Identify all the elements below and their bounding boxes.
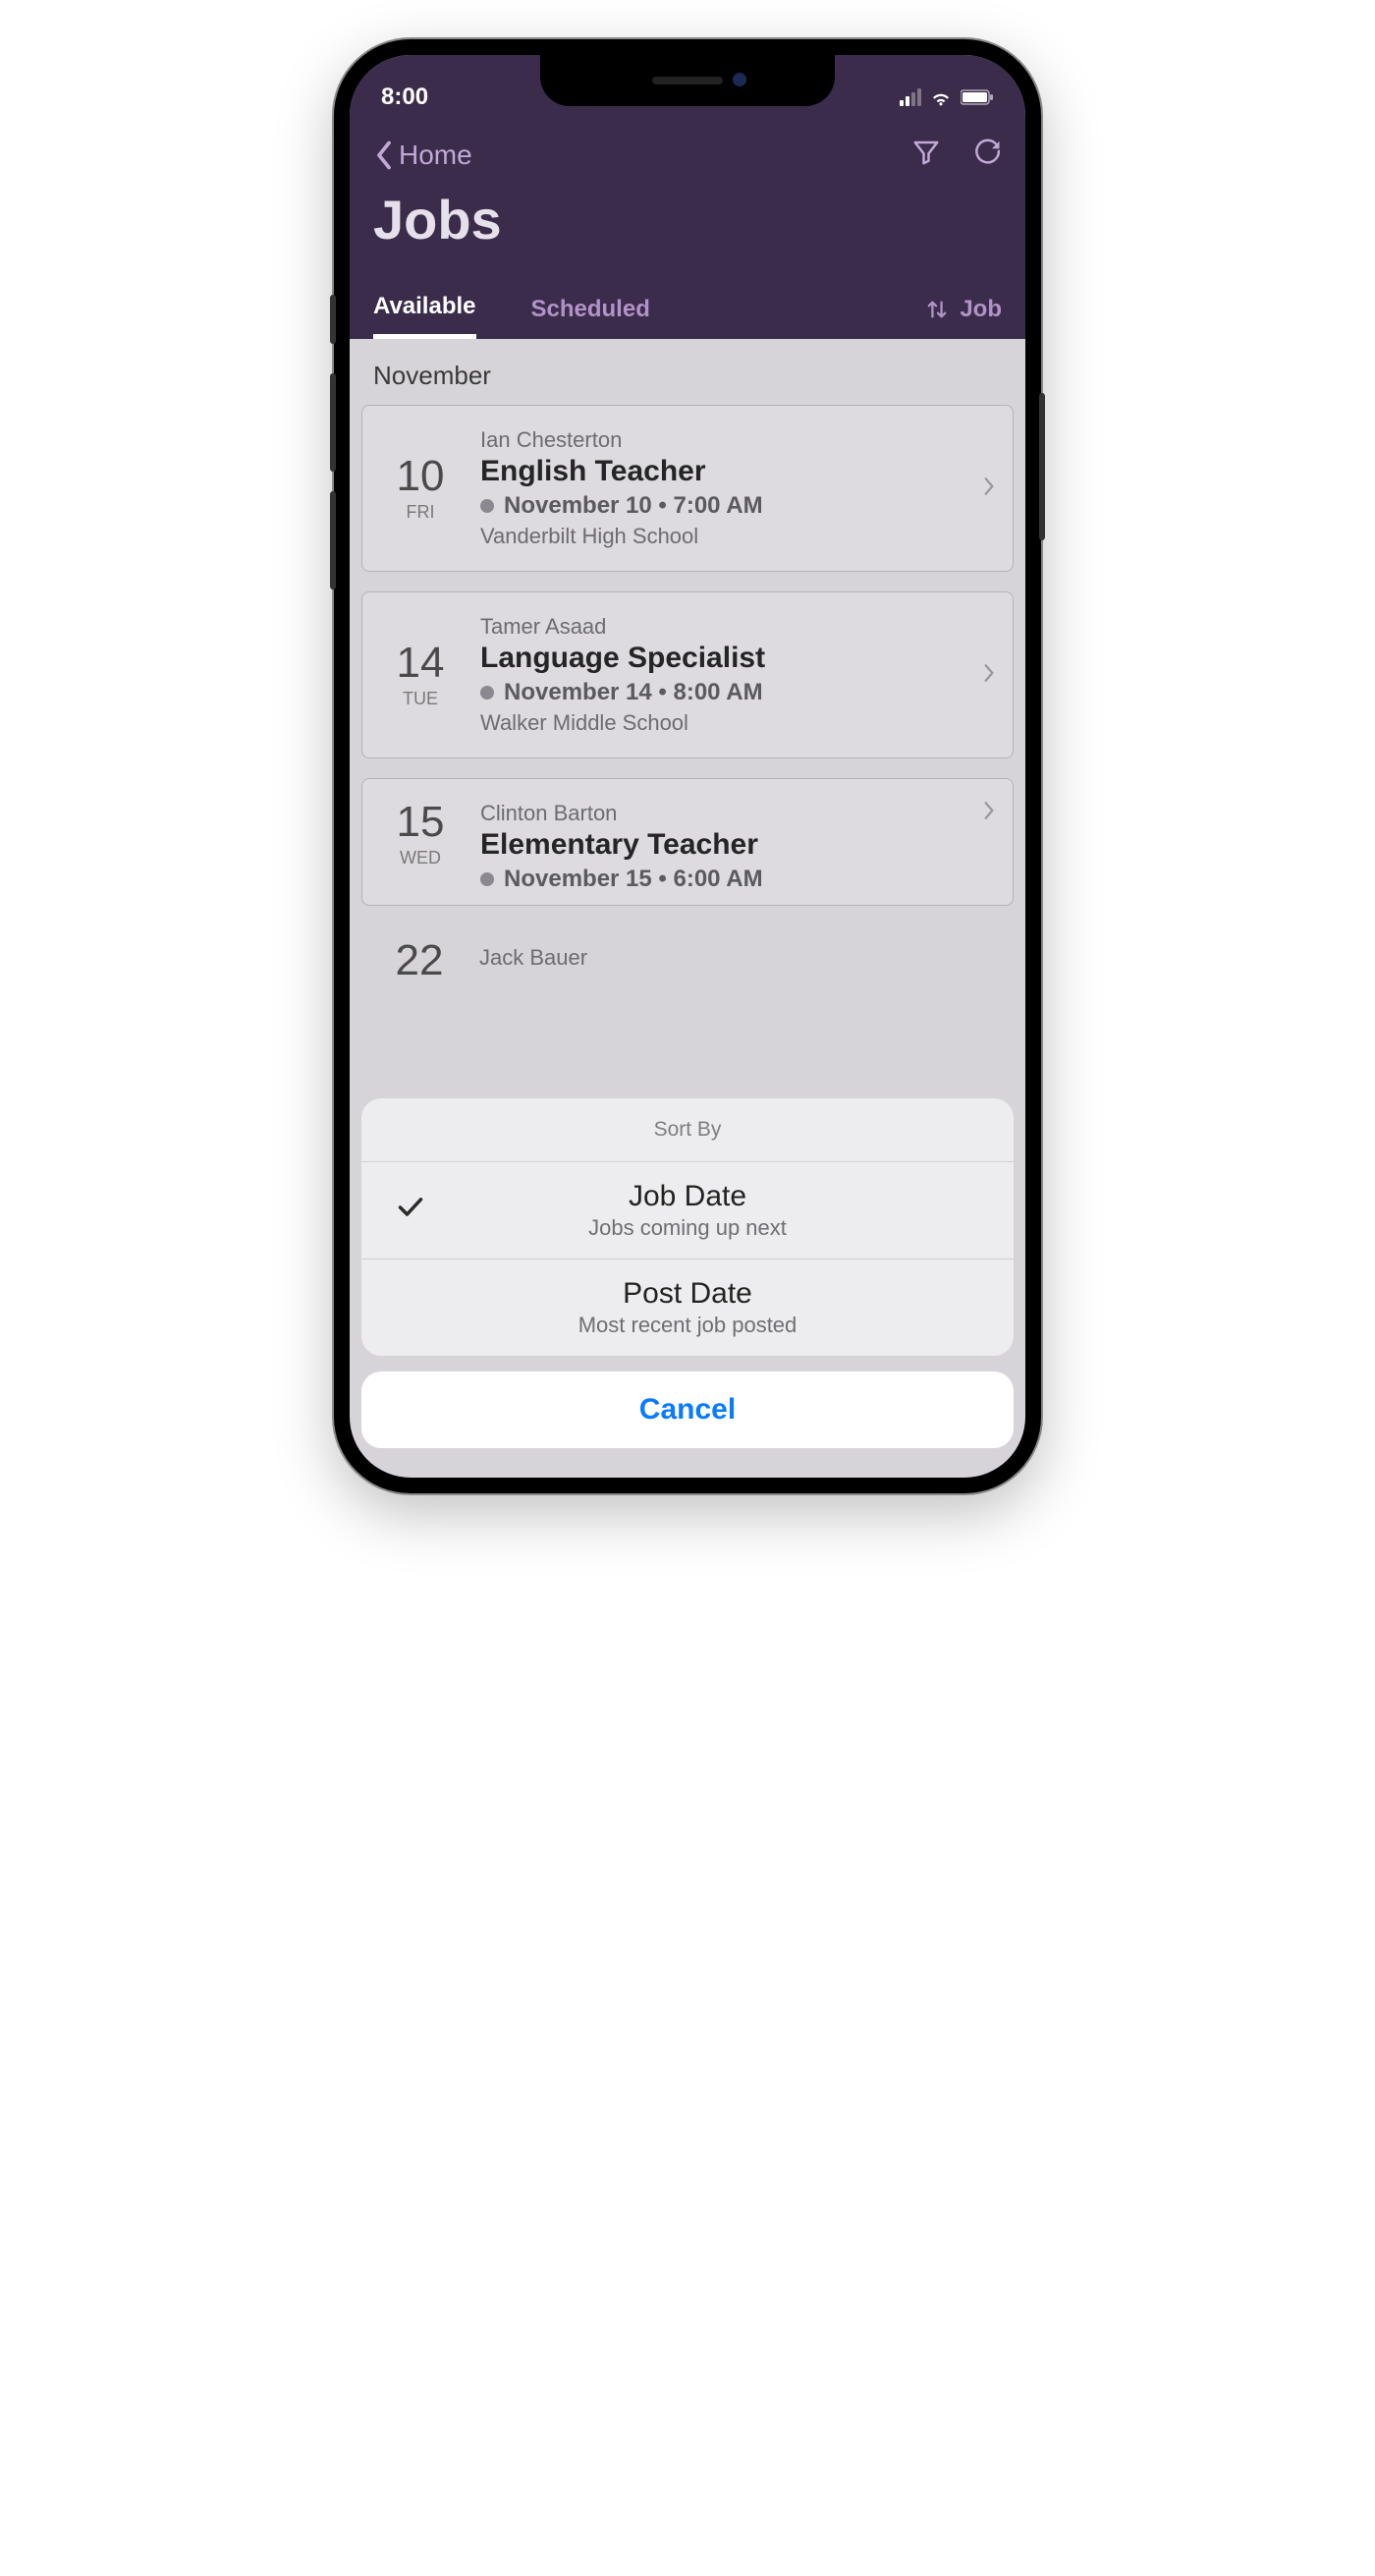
job-card[interactable]: 15 WED Clinton Barton Elementary Teacher…	[361, 778, 1014, 906]
job-card-partial[interactable]: 22 Jack Bauer	[350, 925, 1025, 982]
job-day-of-week: TUE	[380, 689, 461, 709]
job-date: 10 FRI	[380, 455, 461, 523]
job-person: Clinton Barton	[480, 801, 963, 826]
job-when-text: November 14 • 8:00 AM	[504, 679, 763, 706]
status-dot-icon	[480, 499, 494, 513]
chevron-right-icon	[983, 476, 995, 501]
sort-label: Job	[960, 296, 1002, 323]
cancel-button[interactable]: Cancel	[361, 1372, 1014, 1448]
job-day-number: 10	[380, 455, 461, 498]
job-day-of-week: WED	[380, 848, 461, 868]
back-label: Home	[399, 140, 472, 171]
sheet-option-subtitle: Most recent job posted	[401, 1313, 974, 1338]
page-title: Jobs	[350, 180, 1025, 279]
tab-bar: Available Scheduled Job	[350, 279, 1025, 339]
sort-icon	[926, 299, 948, 320]
job-role: Language Specialist	[480, 642, 963, 675]
status-right	[900, 87, 994, 107]
volume-down-button	[330, 491, 336, 589]
job-when: November 15 • 6:00 AM	[480, 866, 963, 893]
job-date: 14 TUE	[380, 642, 461, 709]
status-dot-icon	[480, 872, 494, 886]
job-date: 15 WED	[380, 801, 461, 905]
chevron-right-icon	[983, 801, 995, 905]
signal-icon	[900, 88, 921, 106]
volume-up-button	[330, 373, 336, 472]
job-when: November 10 • 7:00 AM	[480, 492, 963, 520]
screen: 8:00 Home	[350, 55, 1025, 1478]
speaker	[652, 77, 723, 84]
job-location: Walker Middle School	[480, 710, 963, 736]
job-person: Tamer Asaad	[480, 614, 963, 640]
sort-sheet: Sort By Job Date Jobs coming up next Pos…	[361, 1098, 1014, 1356]
job-role: Elementary Teacher	[480, 828, 963, 862]
job-when-text: November 15 • 6:00 AM	[504, 866, 763, 893]
filter-icon	[911, 138, 941, 167]
job-person: Jack Bauer	[479, 939, 587, 971]
battery-icon	[961, 89, 994, 105]
job-location: Vanderbilt High School	[480, 524, 963, 549]
filter-button[interactable]	[911, 138, 941, 172]
status-time: 8:00	[381, 84, 428, 111]
nav-bar: Home	[350, 122, 1025, 180]
job-role: English Teacher	[480, 455, 963, 488]
sheet-option-title: Post Date	[401, 1277, 974, 1311]
back-button[interactable]: Home	[373, 140, 472, 171]
sheet-option-subtitle: Jobs coming up next	[401, 1215, 974, 1241]
tab-available[interactable]: Available	[373, 279, 476, 339]
job-list: November 10 FRI Ian Chesterton English T…	[350, 339, 1025, 982]
action-sheet: Sort By Job Date Jobs coming up next Pos…	[350, 1098, 1025, 1478]
sort-option-job-date[interactable]: Job Date Jobs coming up next	[361, 1162, 1014, 1260]
job-when-text: November 10 • 7:00 AM	[504, 492, 763, 520]
job-day-of-week: FRI	[380, 502, 461, 523]
sort-button[interactable]: Job	[926, 282, 1002, 337]
phone-frame: 8:00 Home	[334, 39, 1041, 1493]
job-card[interactable]: 14 TUE Tamer Asaad Language Specialist N…	[361, 591, 1014, 758]
job-day-number: 14	[380, 642, 461, 685]
job-card[interactable]: 10 FRI Ian Chesterton English Teacher No…	[361, 405, 1014, 572]
month-header: November	[350, 339, 1025, 405]
job-day-number: 22	[379, 939, 460, 982]
chevron-right-icon	[983, 663, 995, 688]
checkmark-icon	[397, 1194, 424, 1227]
side-button	[330, 295, 336, 344]
power-button	[1039, 393, 1045, 540]
job-day-number: 15	[380, 801, 461, 844]
wifi-icon	[929, 87, 953, 107]
job-person: Ian Chesterton	[480, 427, 963, 453]
sort-option-post-date[interactable]: Post Date Most recent job posted	[361, 1260, 1014, 1356]
status-dot-icon	[480, 686, 494, 700]
job-when: November 14 • 8:00 AM	[480, 679, 963, 706]
tab-scheduled[interactable]: Scheduled	[531, 282, 650, 337]
chevron-left-icon	[373, 140, 395, 170]
refresh-button[interactable]	[972, 138, 1002, 172]
sheet-option-title: Job Date	[401, 1180, 974, 1213]
sheet-title: Sort By	[361, 1098, 1014, 1162]
notch	[540, 55, 835, 106]
front-camera	[733, 73, 746, 86]
refresh-icon	[972, 138, 1002, 167]
